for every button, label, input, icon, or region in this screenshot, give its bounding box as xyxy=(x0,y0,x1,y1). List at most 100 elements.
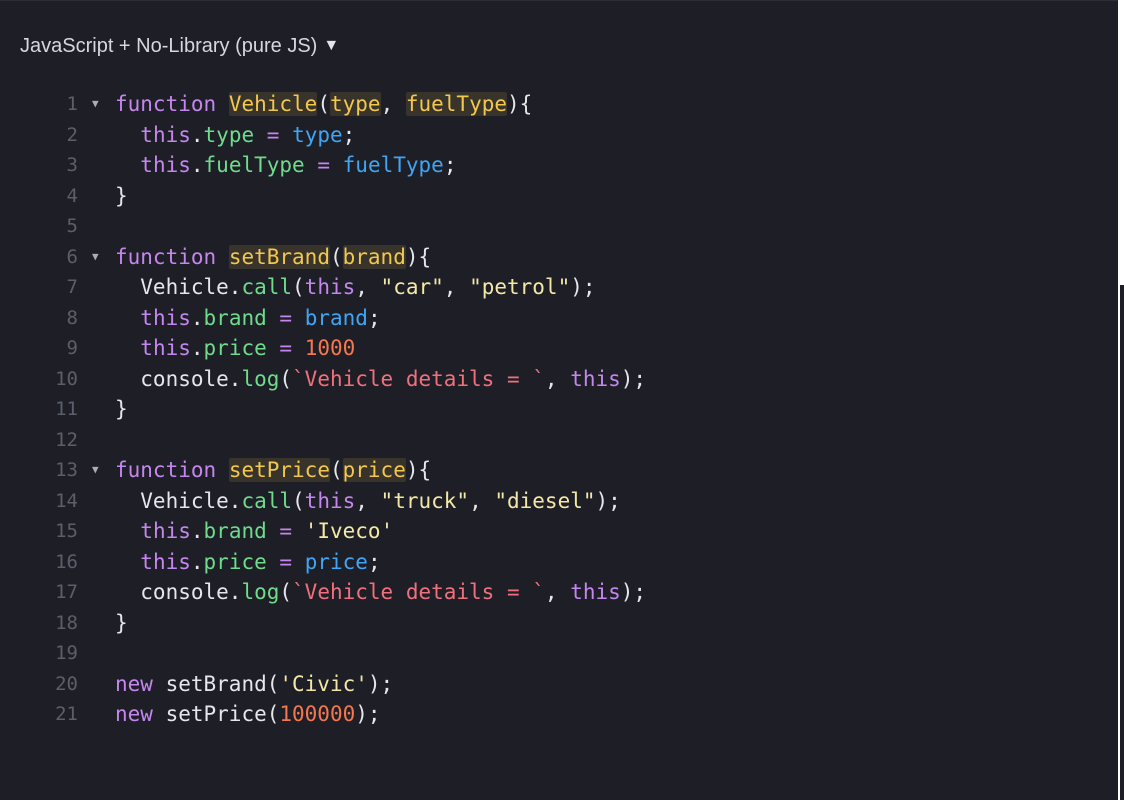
language-selector[interactable]: JavaScript + No-Library (pure JS) ▼ xyxy=(20,32,339,60)
code-token: fuelType xyxy=(405,92,508,116)
code-line[interactable]: 6 ▼ function setBrand(brand){ xyxy=(0,242,1100,273)
code-token: ; xyxy=(367,549,381,574)
code-line[interactable]: 5 xyxy=(0,211,1100,242)
code-token: brand xyxy=(342,244,406,269)
line-number: 1 xyxy=(66,93,78,115)
code-line[interactable]: 3 this.fuelType = fuelType; xyxy=(0,150,1100,181)
code-text: this.brand = 'Iveco' xyxy=(115,516,393,547)
code-text: console.log(`Vehicle details = `, this); xyxy=(115,577,646,608)
code-line[interactable]: 20 new setBrand('Civic'); xyxy=(0,669,1100,700)
code-line[interactable]: 19 xyxy=(0,638,1100,669)
code-token: = xyxy=(279,336,293,360)
code-token: "petrol" xyxy=(469,275,571,299)
line-number: 21 xyxy=(55,703,78,725)
code-token: type xyxy=(203,122,255,147)
code-line[interactable]: 4} xyxy=(0,181,1100,212)
code-token: function xyxy=(115,244,217,269)
line-number: 11 xyxy=(55,398,78,420)
code-token: brand xyxy=(203,305,267,330)
code-token: "diesel" xyxy=(494,488,596,513)
window-edge-lower xyxy=(1120,285,1124,800)
code-line[interactable]: 13 ▼ function setPrice(price){ xyxy=(0,455,1100,486)
code-text: this.price = 1000 xyxy=(115,333,355,364)
code-token: fuelType xyxy=(203,153,305,177)
code-line[interactable]: 8 this.brand = brand; xyxy=(0,303,1100,334)
code-token: "car" xyxy=(380,275,444,299)
code-token: console. xyxy=(115,366,242,391)
code-token: ; xyxy=(367,305,381,330)
code-token: "truck" xyxy=(380,488,470,513)
fold-toggle-icon[interactable]: ▼ xyxy=(92,242,106,273)
code-token: 'Iveco' xyxy=(304,519,394,543)
code-token: setPrice( xyxy=(152,702,280,726)
code-line[interactable]: 9 this.price = 1000 xyxy=(0,333,1100,364)
code-text: console.log(`Vehicle details = `, this); xyxy=(115,364,646,395)
code-line[interactable]: 11} xyxy=(0,394,1100,425)
code-token: , xyxy=(355,275,381,299)
code-text: } xyxy=(115,394,128,425)
code-token: ; xyxy=(342,122,356,147)
code-text: function setBrand(brand){ xyxy=(115,242,431,273)
code-token: 1000 xyxy=(304,336,356,360)
code-line[interactable]: 15 this.brand = 'Iveco' xyxy=(0,516,1100,547)
code-token: = xyxy=(279,549,293,574)
code-token: ); xyxy=(355,702,381,726)
code-text: new setBrand('Civic'); xyxy=(115,669,393,700)
line-number: 7 xyxy=(66,276,78,298)
code-line[interactable]: 7 Vehicle.call(this, "car", "petrol"); xyxy=(0,272,1100,303)
code-area[interactable]: 1 ▼ function Vehicle(type, fuelType){2 thi… xyxy=(0,89,1100,730)
code-token: log xyxy=(241,366,280,391)
code-text: this.type = type; xyxy=(115,120,355,151)
code-token: , xyxy=(544,580,571,604)
line-number: 3 xyxy=(66,154,78,176)
code-token: this xyxy=(140,305,191,330)
code-line[interactable]: 14 Vehicle.call(this, "truck", "diesel")… xyxy=(0,486,1100,517)
line-number: 20 xyxy=(55,672,78,695)
line-number: 13 xyxy=(55,459,78,481)
line-number: 8 xyxy=(66,306,78,329)
code-text: Vehicle.call(this, "truck", "diesel"); xyxy=(115,486,621,517)
code-token: ){ xyxy=(405,244,432,269)
code-line[interactable]: 2 this.type = type; xyxy=(0,120,1100,151)
code-token: , xyxy=(355,488,381,513)
code-line[interactable]: 18} xyxy=(0,608,1100,639)
code-line[interactable]: 21 new setPrice(100000); xyxy=(0,699,1100,730)
code-token: ); xyxy=(367,671,394,696)
code-token: this xyxy=(140,153,191,177)
code-token: ( xyxy=(292,275,305,299)
code-token: ( xyxy=(292,488,305,513)
line-number: 4 xyxy=(66,184,78,207)
code-line[interactable]: 17 console.log(`Vehicle details = `, thi… xyxy=(0,577,1100,608)
code-token: , xyxy=(380,92,406,116)
fold-toggle-icon[interactable]: ▼ xyxy=(92,455,106,486)
code-token: type xyxy=(329,92,381,116)
code-token: = xyxy=(279,305,293,330)
code-token: `Vehicle details = ` xyxy=(292,366,545,391)
code-token: this xyxy=(140,519,191,543)
fold-toggle-icon[interactable]: ▼ xyxy=(92,89,106,120)
line-number: 18 xyxy=(55,611,78,634)
code-token: this xyxy=(140,336,191,360)
code-text: } xyxy=(115,608,128,639)
code-token: ; xyxy=(443,153,457,177)
code-line[interactable]: 10 console.log(`Vehicle details = `, thi… xyxy=(0,364,1100,395)
code-token: ( xyxy=(329,244,343,269)
code-token: function xyxy=(115,92,217,116)
code-token: , xyxy=(469,488,495,513)
line-number: 19 xyxy=(55,642,78,664)
code-line[interactable]: 16 this.price = price; xyxy=(0,547,1100,578)
code-token: ); xyxy=(620,580,647,604)
code-line[interactable]: 1 ▼ function Vehicle(type, fuelType){ xyxy=(0,89,1100,120)
code-token: ); xyxy=(570,275,596,299)
line-number: 14 xyxy=(55,489,78,512)
code-token: setBrand( xyxy=(152,671,280,696)
code-line[interactable]: 12 xyxy=(0,425,1100,456)
